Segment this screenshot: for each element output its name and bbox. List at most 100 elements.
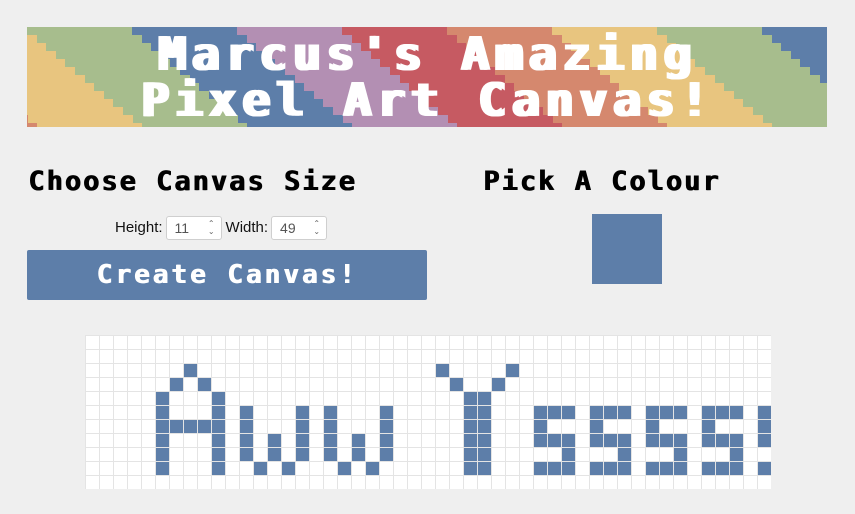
pixel-cell[interactable] <box>85 391 100 406</box>
pixel-cell[interactable] <box>295 335 310 350</box>
pixel-cell[interactable] <box>547 447 562 462</box>
painted-pixel[interactable] <box>659 405 674 420</box>
pixel-cell[interactable] <box>211 363 226 378</box>
pixel-cell[interactable] <box>113 335 128 350</box>
pixel-cell[interactable] <box>379 475 394 490</box>
painted-pixel[interactable] <box>183 419 198 434</box>
pixel-cell[interactable] <box>309 363 324 378</box>
pixel-cell[interactable] <box>337 335 352 350</box>
pixel-cell[interactable] <box>365 377 380 392</box>
pixel-cell[interactable] <box>99 405 114 420</box>
pixel-cell[interactable] <box>715 475 730 490</box>
pixel-cell[interactable] <box>729 349 744 364</box>
painted-pixel[interactable] <box>757 419 772 434</box>
pixel-cell[interactable] <box>449 405 464 420</box>
create-canvas-button[interactable]: Create Canvas! <box>27 250 427 300</box>
pixel-cell[interactable] <box>323 363 338 378</box>
pixel-cell[interactable] <box>379 391 394 406</box>
pixel-cell[interactable] <box>169 461 184 476</box>
pixel-cell[interactable] <box>463 335 478 350</box>
pixel-cell[interactable] <box>715 349 730 364</box>
pixel-cell[interactable] <box>323 335 338 350</box>
pixel-cell[interactable] <box>281 475 296 490</box>
pixel-cell[interactable] <box>617 419 632 434</box>
pixel-cell[interactable] <box>323 349 338 364</box>
pixel-cell[interactable] <box>729 475 744 490</box>
pixel-cell[interactable] <box>281 363 296 378</box>
pixel-cell[interactable] <box>729 335 744 350</box>
pixel-cell[interactable] <box>309 349 324 364</box>
pixel-cell[interactable] <box>267 461 282 476</box>
pixel-cell[interactable] <box>267 475 282 490</box>
pixel-cell[interactable] <box>113 419 128 434</box>
pixel-cell[interactable] <box>421 447 436 462</box>
pixel-cell[interactable] <box>267 419 282 434</box>
pixel-cell[interactable] <box>351 419 366 434</box>
pixel-cell[interactable] <box>351 391 366 406</box>
pixel-cell[interactable] <box>155 475 170 490</box>
pixel-cell[interactable] <box>743 461 758 476</box>
pixel-cell[interactable] <box>617 335 632 350</box>
pixel-cell[interactable] <box>337 363 352 378</box>
pixel-cell[interactable] <box>561 475 576 490</box>
pixel-cell[interactable] <box>127 475 142 490</box>
pixel-cell[interactable] <box>407 433 422 448</box>
pixel-cell[interactable] <box>645 363 660 378</box>
pixel-cell[interactable] <box>687 405 702 420</box>
pixel-cell[interactable] <box>239 461 254 476</box>
pixel-cell[interactable] <box>575 461 590 476</box>
pixel-cell[interactable] <box>309 419 324 434</box>
pixel-cell[interactable] <box>435 447 450 462</box>
painted-pixel[interactable] <box>617 461 632 476</box>
pixel-cell[interactable] <box>757 363 772 378</box>
pixel-cell[interactable] <box>505 335 520 350</box>
pixel-cell[interactable] <box>295 475 310 490</box>
pixel-cell[interactable] <box>505 475 520 490</box>
pixel-cell[interactable] <box>407 391 422 406</box>
pixel-cell[interactable] <box>127 391 142 406</box>
pixel-cell[interactable] <box>183 377 198 392</box>
painted-pixel[interactable] <box>463 447 478 462</box>
pixel-cell[interactable] <box>519 447 534 462</box>
pixel-cell[interactable] <box>589 447 604 462</box>
painted-pixel[interactable] <box>505 363 520 378</box>
painted-pixel[interactable] <box>295 405 310 420</box>
pixel-cell[interactable] <box>547 363 562 378</box>
pixel-cell[interactable] <box>687 461 702 476</box>
pixel-cell[interactable] <box>127 363 142 378</box>
pixel-cell[interactable] <box>141 391 156 406</box>
pixel-cell[interactable] <box>463 475 478 490</box>
pixel-cell[interactable] <box>687 419 702 434</box>
pixel-cell[interactable] <box>365 335 380 350</box>
pixel-cell[interactable] <box>393 447 408 462</box>
pixel-cell[interactable] <box>85 419 100 434</box>
pixel-cell[interactable] <box>547 349 562 364</box>
painted-pixel[interactable] <box>379 433 394 448</box>
painted-pixel[interactable] <box>281 461 296 476</box>
pixel-cell[interactable] <box>435 475 450 490</box>
pixel-cell[interactable] <box>155 363 170 378</box>
pixel-cell[interactable] <box>253 377 268 392</box>
pixel-cell[interactable] <box>659 447 674 462</box>
pixel-cell[interactable] <box>589 335 604 350</box>
pixel-cell[interactable] <box>113 377 128 392</box>
pixel-cell[interactable] <box>127 349 142 364</box>
pixel-cell[interactable] <box>113 461 128 476</box>
pixel-cell[interactable] <box>757 335 772 350</box>
pixel-cell[interactable] <box>379 349 394 364</box>
painted-pixel[interactable] <box>295 419 310 434</box>
pixel-cell[interactable] <box>743 405 758 420</box>
pixel-cell[interactable] <box>141 475 156 490</box>
pixel-cell[interactable] <box>687 349 702 364</box>
pixel-cell[interactable] <box>169 405 184 420</box>
pixel-cell[interactable] <box>155 377 170 392</box>
pixel-cell[interactable] <box>603 419 618 434</box>
pixel-cell[interactable] <box>421 349 436 364</box>
pixel-cell[interactable] <box>379 363 394 378</box>
painted-pixel[interactable] <box>659 433 674 448</box>
pixel-cell[interactable] <box>631 461 646 476</box>
painted-pixel[interactable] <box>295 433 310 448</box>
pixel-cell[interactable] <box>617 363 632 378</box>
pixel-cell[interactable] <box>687 433 702 448</box>
pixel-cell[interactable] <box>267 377 282 392</box>
